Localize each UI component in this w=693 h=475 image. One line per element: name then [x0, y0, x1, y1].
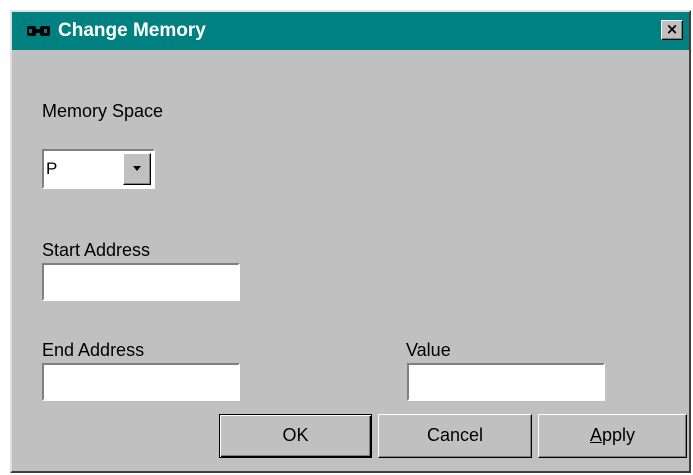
start-address-label: Start Address	[42, 240, 151, 260]
memory-space-selected-value: P	[46, 159, 58, 178]
end-address-input[interactable]	[42, 363, 240, 401]
change-memory-dialog: Change Memory × Memory Space P Start Add…	[10, 10, 691, 473]
end-address-label: End Address	[42, 340, 145, 360]
title-bar[interactable]: Change Memory ×	[12, 12, 689, 50]
dropdown-arrow-button[interactable]	[123, 153, 151, 185]
close-icon: ×	[665, 20, 679, 38]
app-icon	[27, 26, 50, 36]
ok-button[interactable]: OK	[219, 414, 372, 458]
close-button[interactable]: ×	[661, 20, 683, 40]
apply-mnemonic: A	[589, 425, 602, 445]
memory-space-label: Memory Space	[42, 101, 164, 121]
start-address-input[interactable]	[42, 263, 240, 301]
value-input[interactable]	[407, 363, 605, 401]
chevron-down-icon	[133, 166, 141, 171]
window-title: Change Memory	[58, 20, 206, 41]
apply-button[interactable]: Apply	[538, 414, 687, 458]
cancel-button[interactable]: Cancel	[378, 414, 532, 458]
value-label: Value	[406, 340, 451, 360]
memory-space-dropdown[interactable]: P	[42, 149, 155, 189]
apply-label-rest: pply	[601, 425, 636, 445]
